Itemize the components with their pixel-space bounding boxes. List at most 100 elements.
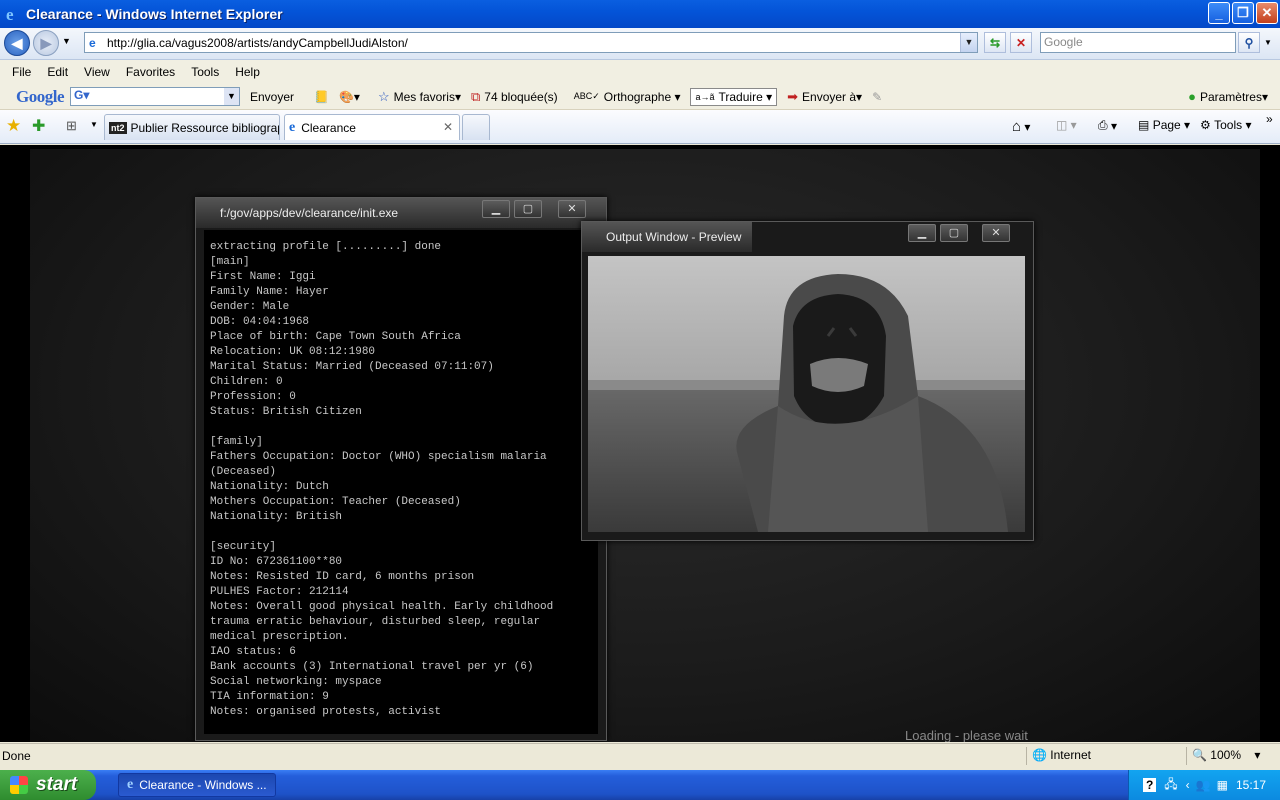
forward-button[interactable]: ▶ <box>33 30 59 56</box>
stop-icon: ✕ <box>1015 35 1027 50</box>
google-search-input[interactable]: G▾ ▼ <box>70 87 240 106</box>
preview-title: Output Window - Preview <box>582 222 752 252</box>
star-icon: ☆ <box>377 88 390 104</box>
terminal-line: medical prescription. <box>210 631 349 643</box>
menu-help[interactable]: Help <box>235 65 260 79</box>
tools-menu-button[interactable]: ⚙ Tools ▾ <box>1200 118 1251 132</box>
recent-pages-dropdown[interactable]: ▼ <box>62 36 71 46</box>
tab-clearance[interactable]: e Clearance ✕ <box>284 114 460 140</box>
bookmark-icon[interactable]: 📒 <box>314 90 329 104</box>
preview-window: Output Window - Preview ▁ ▢ ✕ <box>581 221 1034 541</box>
terminal-minimize-button[interactable]: ▁ <box>482 200 510 218</box>
close-button[interactable]: ✕ <box>1256 2 1278 24</box>
show-hidden-icons-chevron-icon[interactable]: ‹ <box>1186 778 1190 792</box>
google-send-button[interactable]: Envoyer <box>250 90 294 104</box>
add-favorite-icon[interactable]: ✚ <box>32 116 45 136</box>
minimize-button[interactable]: _ <box>1208 2 1230 24</box>
zoom-control[interactable]: 🔍 100% ▾ <box>1192 748 1260 762</box>
stop-button[interactable]: ✕ <box>1010 32 1032 53</box>
terminal-line: PULHES Factor: 212114 <box>210 586 349 598</box>
popup-blocker-icon: ⧉ <box>471 88 481 104</box>
status-bar: Done 🌐 Internet 🔍 100% ▾ <box>0 743 1280 768</box>
quick-tabs-icon[interactable]: ⊞ <box>66 118 77 134</box>
back-button[interactable]: ◀ <box>4 30 30 56</box>
menu-tools[interactable]: Tools <box>191 65 219 79</box>
users-tray-icon[interactable]: 👥 <box>1196 778 1211 792</box>
more-tools-chevron-icon[interactable]: » <box>1266 112 1273 126</box>
page-menu-button[interactable]: ▤ Page ▾ <box>1138 118 1190 132</box>
taskbar: start e Clearance - Windows ... ? 🖧 ‹ 👥 ▦… <box>0 770 1280 800</box>
apps-icon[interactable]: 🎨▾ <box>339 90 360 104</box>
favorites-button[interactable]: ☆ Mes favoris ▾ <box>378 89 461 105</box>
terminal-close-button[interactable]: ✕ <box>558 200 586 218</box>
feeds-button[interactable]: ◫ ▾ <box>1056 118 1077 132</box>
google-g-icon: G▾ <box>74 88 90 102</box>
print-button[interactable]: ⎙ ▾ <box>1098 118 1117 133</box>
terminal-line: IAO status: 6 <box>210 646 296 658</box>
popup-blocked-button[interactable]: ⧉ 74 bloquée(s) <box>471 89 558 105</box>
help-tray-icon[interactable]: ? <box>1142 778 1157 792</box>
status-text: Done <box>2 749 31 763</box>
menu-favorites[interactable]: Favorites <box>126 65 175 79</box>
favorites-star-icon[interactable]: ★ <box>6 116 21 136</box>
back-arrow-icon: ◀ <box>11 34 23 51</box>
window-title: Clearance - Windows Internet Explorer <box>26 6 283 22</box>
tab-list-dropdown[interactable]: ▼ <box>90 120 98 129</box>
network-tray-icon[interactable]: 🖧 <box>1164 775 1177 796</box>
language-tray-icon[interactable]: ▦ <box>1217 778 1228 792</box>
google-search-dropdown[interactable]: ▼ <box>224 88 239 105</box>
highlight-icon[interactable]: ✎ <box>872 90 882 104</box>
preview-close-button[interactable]: ✕ <box>982 224 1010 242</box>
menu-view[interactable]: View <box>84 65 110 79</box>
preview-video-image <box>588 256 1025 532</box>
start-button[interactable]: start <box>0 770 96 800</box>
search-button[interactable]: ⚲ <box>1238 32 1260 53</box>
terminal-line: [family] <box>210 436 263 448</box>
menu-file[interactable]: File <box>12 65 31 79</box>
google-send-label: Envoyer <box>250 89 295 104</box>
address-input[interactable]: e http://glia.ca/vagus2008/artists/andyC… <box>84 32 978 53</box>
home-icon: ⌂ <box>1012 118 1022 135</box>
taskbar-item-clearance[interactable]: e Clearance - Windows ... <box>118 773 276 797</box>
security-zone[interactable]: 🌐 Internet <box>1032 748 1091 762</box>
url-text: http://glia.ca/vagus2008/artists/andyCam… <box>107 35 408 50</box>
send-to-button[interactable]: ➡ Envoyer à ▾ <box>787 89 862 105</box>
terminal-line: Marital Status: Married (Deceased 07:11:… <box>210 361 494 373</box>
gear-icon: ⚙ <box>1200 118 1211 132</box>
menu-bar: File Edit View Favorites Tools Help <box>0 60 1280 84</box>
title-bar: e Clearance - Windows Internet Explorer … <box>0 0 1280 28</box>
restore-button[interactable]: ❐ <box>1232 2 1254 24</box>
terminal-line: ID No: 672361100**80 <box>210 556 343 568</box>
page-menu-icon: ▤ <box>1138 118 1150 132</box>
terminal-line: DOB: 04:04:1968 <box>210 316 310 328</box>
preview-minimize-button[interactable]: ▁ <box>908 224 936 242</box>
preview-maximize-button[interactable]: ▢ <box>940 224 968 242</box>
spellcheck-button[interactable]: ABC✓ Orthographe ▾ <box>574 90 681 104</box>
terminal-line: Notes: organised protests, activist <box>210 706 442 718</box>
zoom-icon: 🔍 <box>1192 748 1207 762</box>
terminal-line: Mothers Occupation: Teacher (Deceased) <box>210 496 461 508</box>
tab-publier[interactable]: nt2 Publier Ressource bibliograph... <box>104 114 280 140</box>
terminal-title: f:/gov/apps/dev/clearance/init.exe <box>196 198 606 228</box>
refresh-button[interactable]: ⇆ <box>984 32 1006 53</box>
settings-dot-icon: ● <box>1188 89 1196 104</box>
terminal-line: Social networking: myspace <box>210 676 382 688</box>
tab-close-icon[interactable]: ✕ <box>443 120 453 134</box>
home-button[interactable]: ⌂ ▾ <box>1012 118 1030 135</box>
terminal-line: Nationality: British <box>210 511 343 523</box>
terminal-line: Profession: 0 <box>210 391 296 403</box>
translate-button[interactable]: a→ã Traduire ▾ <box>690 87 778 106</box>
menu-edit[interactable]: Edit <box>47 65 68 79</box>
taskbar-item-label: Clearance - Windows ... <box>139 778 267 792</box>
terminal-maximize-button[interactable]: ▢ <box>514 200 542 218</box>
address-dropdown[interactable]: ▼ <box>960 33 977 52</box>
terminal-line: Status: British Citizen <box>210 406 362 418</box>
settings-button[interactable]: ● Paramètres ▾ <box>1188 89 1268 104</box>
new-tab-button[interactable] <box>462 114 490 140</box>
search-input[interactable]: Google <box>1040 32 1236 53</box>
search-options-dropdown[interactable]: ▼ <box>1264 38 1272 47</box>
terminal-line: Gender: Male <box>210 301 290 313</box>
clock: 15:17 <box>1235 778 1266 792</box>
